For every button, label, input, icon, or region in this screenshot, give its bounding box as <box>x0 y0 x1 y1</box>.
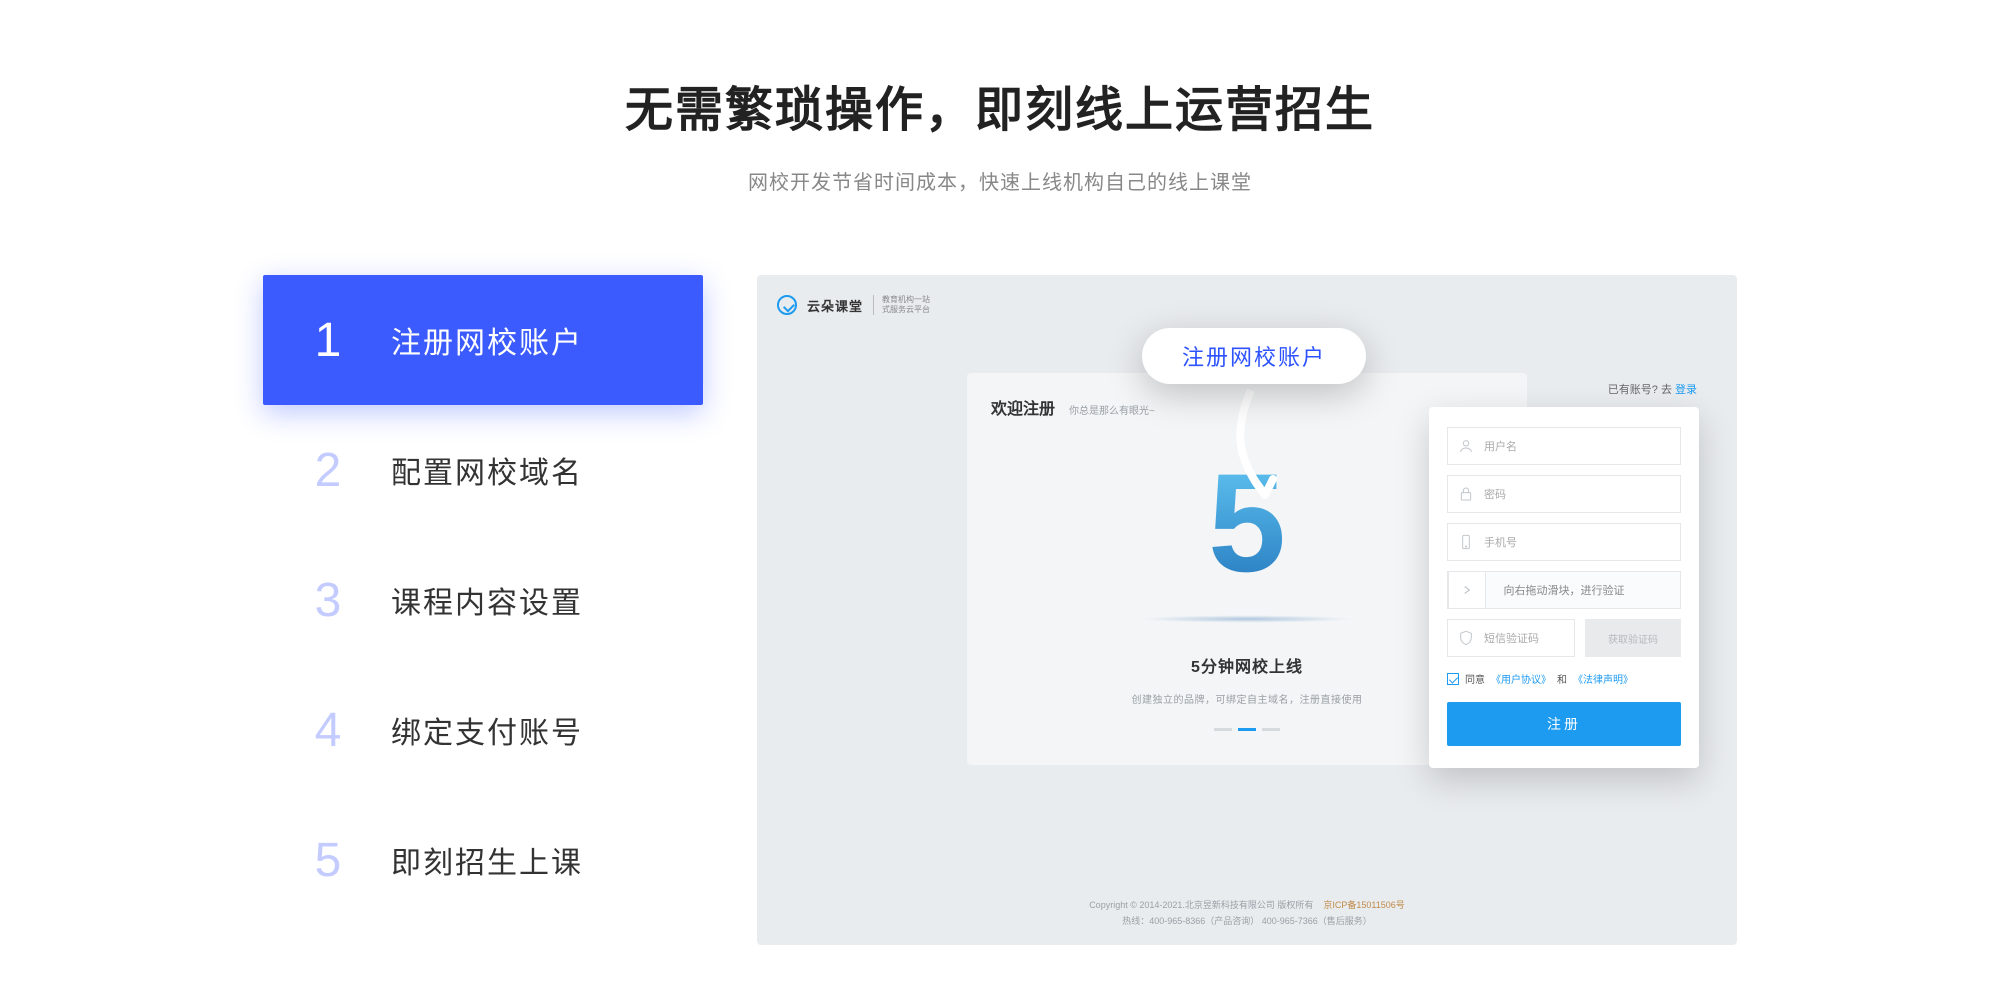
step-5-start-enrollment[interactable]: 5 即刻招生上课 <box>263 795 703 925</box>
preview-panel: 云朵课堂 教育机构一站 式服务云平台 已有账号? 去 登录 欢迎注册 你总是那么… <box>757 275 1737 945</box>
logo-mark-icon <box>777 295 797 315</box>
register-card: 用户名 密码 手机号 向右拖动滑块，进行验证 <box>1429 407 1699 768</box>
page-title: 无需繁琐操作，即刻线上运营招生 <box>0 70 2000 140</box>
preview-footer: Copyright © 2014-2021.北京昱新科技有限公司 版权所有 京I… <box>757 897 1737 929</box>
agree-checkbox[interactable] <box>1447 673 1459 685</box>
annotation-arrow-icon <box>1221 385 1281 505</box>
step-label: 配置网校域名 <box>391 448 583 492</box>
password-placeholder: 密码 <box>1484 486 1506 502</box>
username-placeholder: 用户名 <box>1484 438 1517 454</box>
step-number: 2 <box>299 443 357 498</box>
page-subtitle: 网校开发节省时间成本，快速上线机构自己的线上课堂 <box>0 166 2000 195</box>
legal-statement-link[interactable]: 《法律声明》 <box>1573 671 1633 686</box>
login-link[interactable]: 登录 <box>1675 384 1697 396</box>
slider-knob[interactable] <box>1448 571 1486 609</box>
agree-text: 同意 <box>1465 671 1485 686</box>
hero-caption-primary: 5分钟网校上线 <box>1127 653 1367 677</box>
step-label: 课程内容设置 <box>391 578 583 622</box>
step-label: 即刻招生上课 <box>391 838 583 882</box>
slider-text: 向右拖动滑块，进行验证 <box>1504 582 1625 598</box>
steps-sidebar: 1 注册网校账户 2 配置网校域名 3 课程内容设置 4 绑定支付账号 5 即刻… <box>263 275 703 945</box>
hotline-text: 热线：400-965-8366（产品咨询） 400-965-7366（售后服务） <box>757 913 1737 929</box>
brand-logo: 云朵课堂 教育机构一站 式服务云平台 <box>777 295 930 315</box>
shield-icon <box>1458 630 1474 646</box>
icp-link[interactable]: 京ICP备15011506号 <box>1323 900 1404 910</box>
password-field[interactable]: 密码 <box>1447 475 1681 513</box>
brand-slogan: 教育机构一站 式服务云平台 <box>873 295 930 314</box>
step-label: 注册网校账户 <box>391 318 583 362</box>
phone-icon <box>1458 534 1474 550</box>
sms-code-field[interactable]: 短信验证码 <box>1447 619 1575 657</box>
chevron-right-icon <box>1460 583 1474 597</box>
agree-row: 同意 《用户协议》 和 《法律声明》 <box>1447 671 1681 686</box>
step-number: 5 <box>299 833 357 888</box>
brand-name: 云朵课堂 <box>807 296 863 315</box>
step-2-configure-domain[interactable]: 2 配置网校域名 <box>263 405 703 535</box>
step-label: 绑定支付账号 <box>391 708 583 752</box>
hero-caption-secondary: 创建独立的品牌，可绑定自主域名，注册直接使用 <box>1127 691 1367 706</box>
step-3-course-content[interactable]: 3 课程内容设置 <box>263 535 703 665</box>
lock-icon <box>1458 486 1474 502</box>
carousel-dots <box>1127 728 1367 731</box>
sms-placeholder: 短信验证码 <box>1484 630 1539 646</box>
slider-captcha[interactable]: 向右拖动滑块，进行验证 <box>1447 571 1681 609</box>
step-number: 1 <box>299 313 357 368</box>
user-icon <box>1458 438 1474 454</box>
and-text: 和 <box>1557 671 1567 686</box>
carousel-dot-active[interactable] <box>1238 728 1256 731</box>
existing-account-text: 已有账号? 去 登录 <box>1608 381 1697 397</box>
register-submit-button[interactable]: 注册 <box>1447 702 1681 746</box>
carousel-dot[interactable] <box>1214 728 1232 731</box>
step-4-bind-payment[interactable]: 4 绑定支付账号 <box>263 665 703 795</box>
copyright-text: Copyright © 2014-2021.北京昱新科技有限公司 版权所有 <box>1089 900 1313 910</box>
phone-placeholder: 手机号 <box>1484 534 1517 550</box>
user-agreement-link[interactable]: 《用户协议》 <box>1491 671 1551 686</box>
get-code-button[interactable]: 获取验证码 <box>1585 619 1681 657</box>
phone-field[interactable]: 手机号 <box>1447 523 1681 561</box>
carousel-dot[interactable] <box>1262 728 1280 731</box>
welcome-heading: 欢迎注册 <box>991 395 1055 419</box>
step-number: 4 <box>299 703 357 758</box>
hero-shadow <box>1142 615 1352 622</box>
welcome-tagline: 你总是那么有眼光~ <box>1069 402 1155 417</box>
annotation-bubble: 注册网校账户 <box>1142 328 1366 384</box>
username-field[interactable]: 用户名 <box>1447 427 1681 465</box>
step-1-register-account[interactable]: 1 注册网校账户 <box>263 275 703 405</box>
step-number: 3 <box>299 573 357 628</box>
